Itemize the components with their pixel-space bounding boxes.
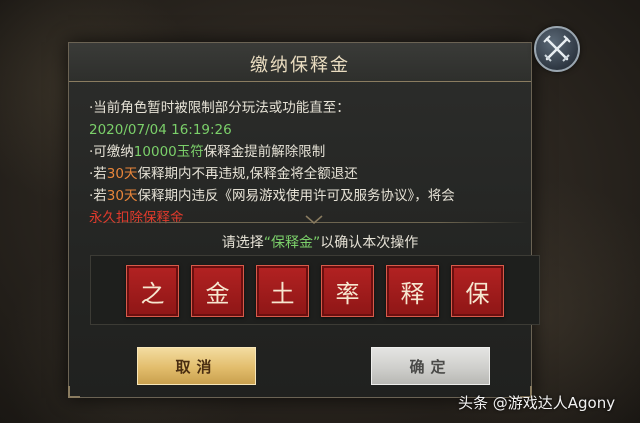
dialog-title: 缴纳保释金 (250, 55, 350, 76)
dialog-message: ·当前角色暂时被限制部分玩法或功能直至： 2020/07/04 16:19:26 ·… (89, 97, 529, 229)
message-segment: ·当前角色暂时被限制部分玩法或功能直至： (89, 100, 350, 116)
message-segment: ·若 (89, 166, 107, 182)
message-segment: 30天 (106, 166, 138, 182)
message-segment: 保释金提前解除限制 (203, 144, 326, 160)
chevron-down-icon (305, 215, 323, 224)
confirm-button[interactable]: 确定 (371, 347, 490, 385)
selection-prompt: 请选择“保释金”以确认本次操作 (0, 232, 640, 252)
corner-ornament (68, 386, 80, 398)
message-line: ·可缴纳10000玉符保释金提前解除限制 (89, 141, 529, 163)
message-segment: 保释期内违反《网易游戏使用许可及服务协议》，将会 (137, 188, 455, 204)
message-segment: ·若 (89, 188, 107, 204)
cancel-button[interactable]: 取消 (137, 347, 256, 385)
message-line: ·若30天保释期内不再违规,保释金将全额退还 (89, 163, 529, 185)
prompt-highlight: “保释金” (263, 235, 321, 251)
crossed-swords-icon (543, 35, 571, 62)
message-line: 2020/07/04 16:19:26 (89, 119, 529, 141)
message-line: ·当前角色暂时被限制部分玩法或功能直至： (89, 97, 529, 119)
character-tile[interactable]: 率 (321, 265, 374, 317)
message-segment: 30天 (106, 188, 138, 204)
message-segment: ·可缴纳 (89, 144, 134, 160)
message-line: ·若30天保释期内违反《网易游戏使用许可及服务协议》，将会 (89, 185, 529, 207)
message-segment: 2020/07/04 16:19:26 (89, 122, 232, 138)
character-tile[interactable]: 之 (126, 265, 179, 317)
character-tile[interactable]: 保 (451, 265, 504, 317)
close-button[interactable] (534, 26, 580, 72)
message-segment: 永久扣除保释金 (89, 210, 184, 226)
character-tile[interactable]: 金 (191, 265, 244, 317)
dialog-title-bar: 缴纳保释金 (69, 43, 531, 82)
character-tile[interactable]: 释 (386, 265, 439, 317)
character-tile[interactable]: 土 (256, 265, 309, 317)
watermark: 头条 @游戏达人Agony (458, 394, 616, 412)
prompt-suffix: 以确认本次操作 (320, 235, 419, 251)
prompt-prefix: 请选择 (221, 235, 264, 251)
message-segment: 保释期内不再违规,保释金将全额退还 (137, 166, 358, 182)
message-segment: 10000玉符 (133, 144, 204, 160)
